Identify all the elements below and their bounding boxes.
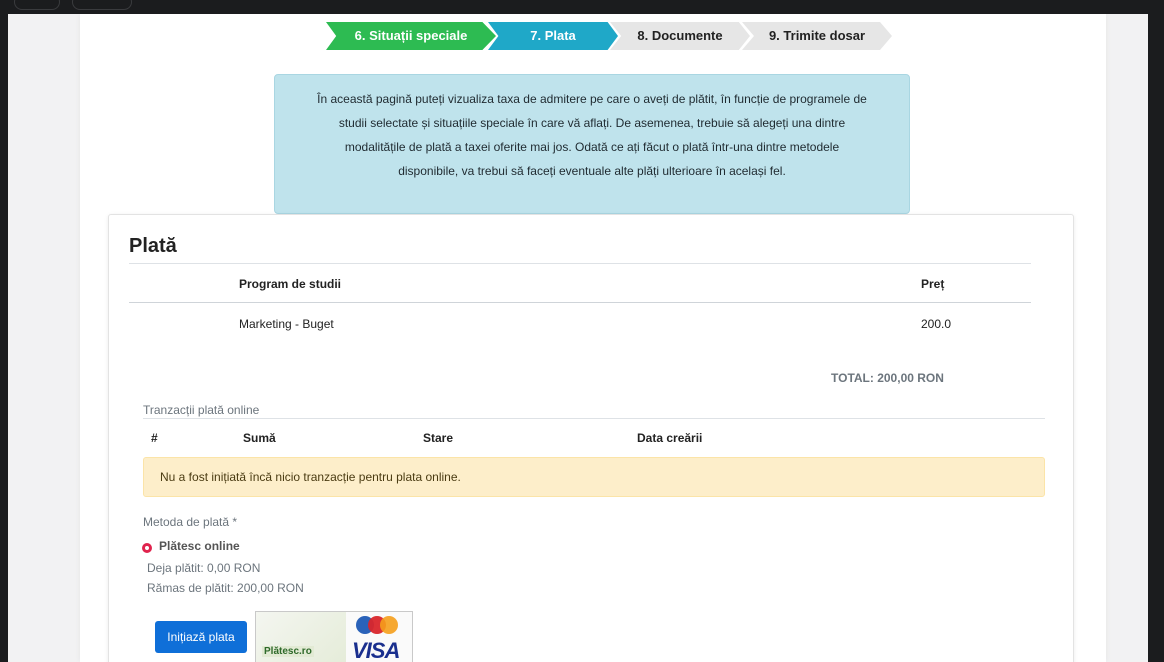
no-transactions-alert: Nu a fost inițiată încă nicio tranzacție…	[143, 457, 1045, 497]
info-line: disponibile, va trebui să faceți eventua…	[398, 164, 786, 178]
divider	[143, 418, 1045, 419]
payment-method-label: Metoda de plată *	[143, 515, 238, 529]
platesc-logo: Plătesc.ro	[256, 612, 346, 662]
info-line: În această pagină puteți vizualiza taxa …	[317, 92, 867, 106]
platesc-logo-text: Plătesc.ro	[262, 646, 314, 657]
transactions-title: Tranzacții plată online	[143, 403, 260, 417]
program-cell: Marketing - Buget	[239, 317, 334, 331]
online-payment-radio[interactable]	[142, 543, 152, 553]
browser-top-bar	[0, 0, 1164, 14]
info-line: studii selectate și situațiile speciale …	[338, 116, 846, 130]
divider	[129, 263, 1031, 264]
browser-control	[14, 0, 60, 10]
already-paid: Deja plătit: 0,00 RON	[147, 561, 261, 575]
browser-control	[72, 0, 132, 10]
col-header-date: Data creării	[637, 431, 703, 445]
info-line: modalitățile de plată a taxei oferite ma…	[344, 140, 840, 154]
remaining-to-pay: Rămas de plătit: 200,00 RON	[147, 581, 304, 595]
divider	[129, 302, 1031, 303]
col-header-program: Program de studii	[239, 277, 342, 291]
total-label: TOTAL: 200,00 RON	[831, 371, 944, 385]
page-viewport: 6. Situații speciale 7. Plata 8. Documen…	[8, 14, 1148, 662]
payment-provider-logo: Plătesc.ro VISA	[255, 611, 413, 662]
step-plata[interactable]: 7. Plata	[488, 22, 618, 50]
card-title: Plată	[129, 235, 177, 257]
price-cell: 200.0	[921, 317, 952, 331]
card-brands: VISA	[346, 612, 412, 662]
col-header-status: Stare	[423, 431, 454, 445]
col-header-number: #	[151, 431, 158, 445]
step-documente[interactable]: 8. Documente	[610, 22, 750, 50]
payment-card: Plată Program de studii Preț Marketing -…	[108, 214, 1074, 662]
initiate-payment-button[interactable]: Inițiază plata	[155, 621, 247, 653]
online-payment-label[interactable]: Plătesc online	[159, 539, 240, 553]
step-situatii-speciale[interactable]: 6. Situații speciale	[326, 22, 496, 50]
col-header-sum: Sumă	[243, 431, 276, 445]
col-header-price: Preț	[921, 277, 945, 291]
mastercard-circle-icon	[380, 616, 398, 634]
info-box: În această pagină puteți vizualiza taxa …	[274, 74, 910, 214]
visa-logo: VISA	[352, 638, 400, 662]
step-trimite-dosar[interactable]: 9. Trimite dosar	[742, 22, 892, 50]
page-container: 6. Situații speciale 7. Plata 8. Documen…	[80, 14, 1106, 662]
